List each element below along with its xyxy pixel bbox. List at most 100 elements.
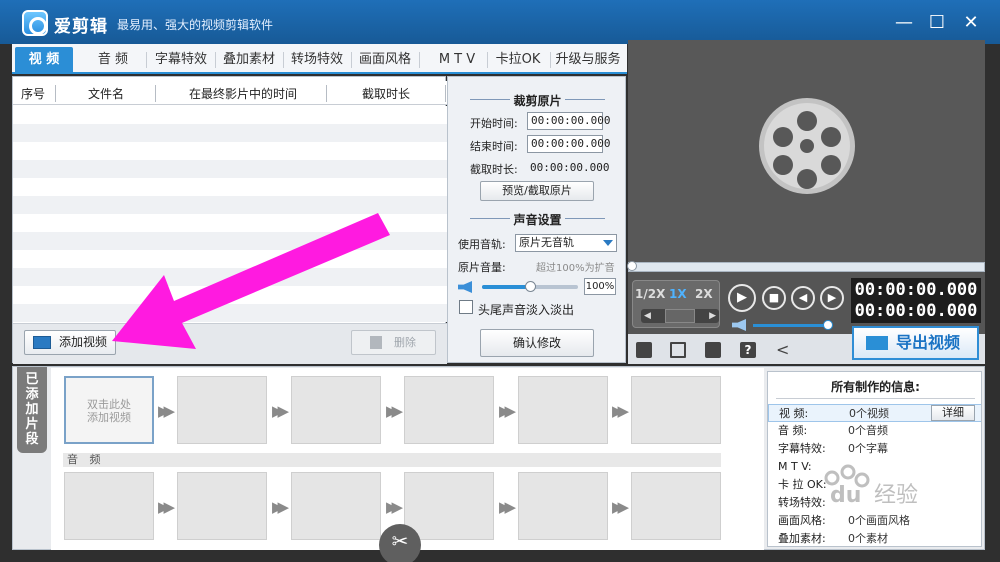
sound-section-title: 声音设置 xyxy=(513,213,562,227)
video-slot[interactable] xyxy=(404,376,494,444)
previous-frame-icon[interactable]: ◀ xyxy=(791,286,815,310)
fade-checkbox[interactable] xyxy=(459,300,473,314)
chevron-right-icon: ▶▶ xyxy=(612,498,629,516)
export-video-label: 导出视频 xyxy=(896,333,961,352)
confirm-button[interactable]: 确认修改 xyxy=(480,329,594,357)
chevron-right-icon: ▶▶ xyxy=(158,402,175,420)
next-frame-icon[interactable]: ▶ xyxy=(820,286,844,310)
tab-video[interactable]: 视 频 xyxy=(15,47,73,72)
track-select[interactable]: 原片无音轨 xyxy=(515,234,617,252)
scissors-icon[interactable]: ✂ xyxy=(379,524,421,562)
table-row xyxy=(13,178,447,196)
export-video-button[interactable]: 导出视频 xyxy=(852,326,979,360)
reel-hole xyxy=(773,155,793,175)
clips-area: 双击此处 添加视频 ▶▶ ▶▶ ▶▶ ▶▶ ▶▶ 音 频 ▶▶ ▶▶ ▶▶ ▶▶… xyxy=(51,368,802,562)
column-duration[interactable]: 截取时长 xyxy=(362,85,410,102)
player-volume-slider[interactable] xyxy=(753,320,833,330)
added-clips-tab-label: 已添加片段 xyxy=(25,372,39,447)
table-row xyxy=(13,106,447,124)
column-separator xyxy=(326,85,327,102)
audio-slot[interactable] xyxy=(631,472,721,540)
chevron-right-icon: ▶▶ xyxy=(272,498,289,516)
tab-audio[interactable]: 音 频 xyxy=(84,47,142,72)
chevron-down-icon xyxy=(603,240,613,246)
audio-slot[interactable] xyxy=(64,472,154,540)
info-panel-title: 所有制作的信息: xyxy=(831,380,920,394)
rewind-icon[interactable]: ◀ xyxy=(644,311,651,321)
add-video-button[interactable]: 添加视频 xyxy=(24,330,116,355)
volume-hint: 超过100%为扩音 xyxy=(536,263,615,274)
save-icon[interactable] xyxy=(705,342,721,358)
tab-separator xyxy=(215,52,216,68)
speed-half[interactable]: 1/2X xyxy=(635,287,665,301)
share-icon[interactable]: < xyxy=(776,342,792,358)
video-slot[interactable] xyxy=(291,376,381,444)
detail-button[interactable]: 详细 xyxy=(931,405,975,421)
reel-hole xyxy=(773,127,793,147)
current-time: 00:00:00.000 xyxy=(854,280,978,300)
tab-separator xyxy=(283,52,284,68)
column-filename[interactable]: 文件名 xyxy=(88,85,124,102)
tab-separator xyxy=(419,52,420,68)
audio-slot[interactable] xyxy=(404,472,494,540)
app-logo-icon xyxy=(22,10,48,36)
tab-upgrade-service[interactable]: 升级与服务 xyxy=(552,47,624,72)
video-slot[interactable] xyxy=(518,376,608,444)
tab-bar: 视 频 音 频 字幕特效 叠加素材 转场特效 画面风格 M T V 卡拉OK 升… xyxy=(12,44,627,74)
add-video-label: 添加视频 xyxy=(59,335,108,349)
tab-karaoke[interactable]: 卡拉OK xyxy=(489,47,547,72)
video-slot[interactable] xyxy=(631,376,721,444)
minimize-icon[interactable]: — xyxy=(893,12,915,34)
audio-slot[interactable] xyxy=(291,472,381,540)
jog-center[interactable] xyxy=(665,309,695,323)
video-slot[interactable] xyxy=(177,376,267,444)
watermark-text: 经验 xyxy=(874,483,918,508)
forward-icon[interactable]: ▶ xyxy=(709,311,716,321)
close-icon[interactable]: ✕ xyxy=(960,12,982,34)
audio-track-label: 音 频 xyxy=(63,453,721,467)
audio-slot[interactable] xyxy=(518,472,608,540)
tab-transitions[interactable]: 转场特效 xyxy=(285,47,349,72)
new-project-icon[interactable] xyxy=(636,342,652,358)
column-index[interactable]: 序号 xyxy=(21,85,45,102)
jog-wheel[interactable]: ◀ ▶ xyxy=(641,309,719,323)
volume-slider-knob[interactable] xyxy=(525,281,536,292)
volume-label: 原片音量: xyxy=(458,261,506,274)
speed-double[interactable]: 2X xyxy=(695,287,713,301)
tab-picture-style[interactable]: 画面风格 xyxy=(353,47,417,72)
playback-scrubber[interactable] xyxy=(627,261,637,271)
table-row xyxy=(13,142,447,160)
speaker-icon[interactable] xyxy=(732,319,746,331)
tab-separator xyxy=(550,52,551,68)
audio-slot[interactable] xyxy=(177,472,267,540)
track-label: 使用音轨: xyxy=(458,238,506,251)
tab-separator xyxy=(351,52,352,68)
chevron-right-icon: ▶▶ xyxy=(612,402,629,420)
track-select-value: 原片无音轨 xyxy=(519,236,574,249)
play-icon[interactable]: ▶ xyxy=(728,284,756,312)
end-time-input[interactable]: 00:00:00.000 xyxy=(527,135,610,153)
open-folder-icon[interactable] xyxy=(670,342,686,358)
tab-mtv[interactable]: M T V xyxy=(422,47,492,72)
reel-hole xyxy=(821,155,841,175)
tab-overlay[interactable]: 叠加素材 xyxy=(217,47,281,72)
start-time-input[interactable]: 00:00:00.000 xyxy=(527,112,610,130)
add-video-slot[interactable]: 双击此处 添加视频 xyxy=(64,376,154,444)
help-icon[interactable]: ? xyxy=(740,342,756,358)
column-final-time[interactable]: 在最终影片中的时间 xyxy=(189,85,297,102)
preview-crop-button[interactable]: 预览/截取原片 xyxy=(480,181,594,201)
speed-normal[interactable]: 1X xyxy=(669,287,687,301)
stop-icon[interactable]: ■ xyxy=(762,286,786,310)
player-volume-knob[interactable] xyxy=(823,320,833,330)
playback-progress-bar[interactable] xyxy=(627,261,985,272)
volume-slider[interactable] xyxy=(482,281,578,292)
maximize-icon[interactable]: ☐ xyxy=(926,12,948,34)
tab-subtitle-effects[interactable]: 字幕特效 xyxy=(149,47,213,72)
chevron-right-icon: ▶▶ xyxy=(158,498,175,516)
volume-input[interactable]: 100% xyxy=(584,278,616,295)
video-preview[interactable] xyxy=(628,40,985,262)
info-row-video[interactable]: 视 频: 0个视频 详细 xyxy=(768,404,981,422)
added-clips-tab[interactable]: 已添加片段 xyxy=(17,367,47,453)
column-separator xyxy=(445,85,446,102)
time-display: 00:00:00.000 00:00:00.000 xyxy=(851,278,981,323)
